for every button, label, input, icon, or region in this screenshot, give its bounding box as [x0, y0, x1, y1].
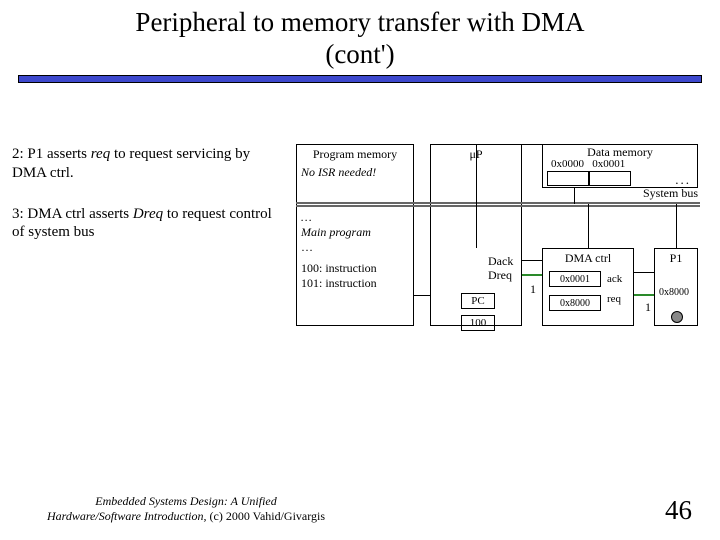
- data-memory-box: Data memory 0x0000 0x0001 ...: [542, 144, 698, 188]
- dma-diagram: Program memory No ISR needed! … Main pro…: [296, 140, 706, 370]
- dma-ctrl-header: DMA ctrl: [543, 249, 633, 268]
- req-wire: [634, 294, 654, 296]
- ack-wire: [634, 272, 654, 273]
- pc-value: 100: [461, 315, 495, 331]
- footer-line3: (c) 2000 Vahid/Givargis: [207, 509, 326, 523]
- no-isr-text: No ISR needed!: [301, 165, 409, 180]
- program-memory-header: Program memory: [297, 145, 413, 164]
- dreq-label: Dreq: [488, 268, 512, 283]
- step-2: 2: P1 asserts req to request servicing b…: [12, 145, 282, 183]
- program-memory-body: No ISR needed! … Main program … 100: ins…: [301, 165, 409, 291]
- data-memory-addrs: 0x0000 0x0001: [551, 158, 625, 170]
- footer-line2: Hardware/Software Introduction,: [47, 509, 207, 523]
- footer-citation: Embedded Systems Design: A Unified Hardw…: [36, 494, 336, 524]
- one-label-2: 1: [645, 300, 651, 315]
- dma-ack-label: ack: [607, 273, 622, 285]
- dm-cell-1: [589, 171, 631, 186]
- dma-reg2: 0x8000: [549, 295, 601, 311]
- p1-header: P1: [655, 249, 697, 268]
- instruction-100: 100: instruction: [301, 261, 409, 276]
- page-number: 46: [665, 495, 692, 526]
- title-line-2: (cont'): [0, 38, 720, 70]
- step-3: 3: DMA ctrl asserts Dreq to request cont…: [12, 205, 282, 243]
- title-line-1: Peripheral to memory transfer with DMA: [0, 6, 720, 38]
- addr1: 0x0001: [592, 158, 625, 170]
- pc-register: PC: [461, 293, 495, 309]
- step2-em: req: [91, 146, 110, 162]
- bus-conn-mup-up: [476, 144, 477, 204]
- system-bus-line: [296, 202, 700, 207]
- bus-conn-mup: [476, 204, 477, 248]
- dm-cell-0: [547, 171, 589, 186]
- p1-box: P1 0x8000: [654, 248, 698, 326]
- step-text: 2: P1 asserts req to request servicing b…: [12, 145, 282, 264]
- main-dots2: …: [301, 240, 409, 255]
- dma-reg1: 0x0001: [549, 271, 601, 287]
- system-bus-label: System bus: [643, 186, 698, 201]
- data-memory-cells: [547, 171, 631, 186]
- dma-ctrl-box: DMA ctrl 0x0001 0x8000 ack req: [542, 248, 634, 326]
- dack-wire: [522, 260, 542, 261]
- dreq-wire: [522, 274, 542, 276]
- step3-pre: 3: DMA ctrl asserts: [12, 206, 133, 222]
- footer-line1: Embedded Systems Design: A Unified: [95, 494, 277, 508]
- addr0: 0x0000: [551, 158, 584, 170]
- bus-conn-mup-to-dm: [476, 144, 542, 145]
- dack-label: Dack: [488, 254, 513, 269]
- main-dots1: …: [301, 210, 409, 225]
- conn-pm-mup: [414, 295, 430, 296]
- slide-title: Peripheral to memory transfer with DMA (…: [0, 0, 720, 71]
- instruction-101: 101: instruction: [301, 276, 409, 291]
- main-program-text: Main program: [301, 225, 409, 240]
- bus-conn-datamem: [574, 188, 575, 204]
- bus-conn-p1: [676, 204, 677, 248]
- title-underline: [18, 75, 702, 83]
- step2-pre: 2: P1 asserts: [12, 146, 91, 162]
- bus-conn-dmactrl: [588, 204, 589, 248]
- dma-req-label: req: [607, 293, 621, 305]
- one-label-1: 1: [530, 282, 536, 297]
- p1-dot-icon: [671, 311, 683, 323]
- program-memory-box: Program memory No ISR needed! … Main pro…: [296, 144, 414, 326]
- step3-em: Dreq: [133, 206, 163, 222]
- p1-addr: 0x8000: [659, 287, 689, 298]
